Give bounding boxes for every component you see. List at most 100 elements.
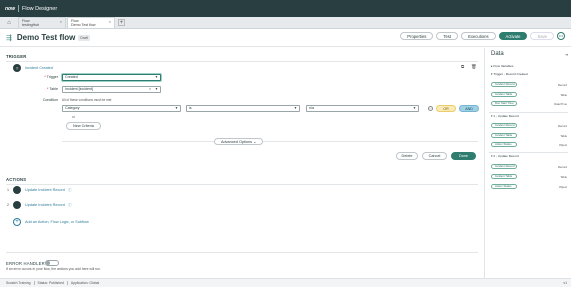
action-name[interactable]: Update Incident Record — [25, 188, 65, 192]
trigger-select-value: Created — [65, 75, 78, 79]
tab-testinghub[interactable]: Flow testingHub × — [18, 17, 66, 28]
data-pill[interactable]: Incident Table — [491, 133, 517, 138]
data-group-header[interactable]: ▾ 1 - Update Record — [491, 114, 519, 118]
new-criteria-button[interactable]: New Criteria — [66, 122, 101, 130]
error-handler-toggle[interactable] — [45, 260, 59, 266]
chevron-down-icon: ▼ — [412, 106, 416, 110]
properties-button[interactable]: Properties — [400, 32, 434, 40]
data-panel: Data ⇥ ▸ Flow Variables ▾ Trigger - Reco… — [484, 48, 571, 278]
test-button[interactable]: Test — [436, 32, 459, 40]
condition-field-value: Category — [65, 106, 80, 110]
data-pill-type: Table — [560, 134, 567, 138]
data-pill[interactable]: Incident Table — [491, 92, 517, 97]
flow-header: ⇶ Demo Test flow Draft Properties Test E… — [0, 29, 571, 47]
done-button[interactable]: Done — [451, 152, 476, 160]
application-label: Application: Global — [70, 281, 100, 285]
version-label: v1 — [563, 281, 567, 285]
info-icon[interactable]: ⓘ — [68, 188, 72, 193]
data-pill[interactable]: Action Status — [491, 142, 517, 147]
page-title: Demo Test flow — [16, 33, 76, 42]
divider — [489, 112, 568, 113]
save-button[interactable]: Save — [530, 32, 554, 40]
data-pill[interactable]: Incident Record — [491, 123, 517, 128]
clear-icon[interactable]: × — [149, 87, 151, 92]
data-pill-type: Record — [557, 83, 567, 87]
table-field-label: *Table — [47, 87, 58, 91]
app-title: Flow Designer — [22, 5, 58, 12]
data-pill-type: Date/Time — [554, 102, 567, 106]
close-icon[interactable]: × — [60, 20, 62, 24]
close-icon[interactable]: × — [109, 20, 111, 24]
condition-operator-value: is — [189, 106, 192, 110]
chevron-down-icon: ▼ — [154, 87, 158, 91]
data-pill[interactable]: Incident Record — [491, 82, 517, 87]
table-select[interactable]: Incident [incident] × ▼ — [62, 86, 161, 93]
advanced-options-label: Advanced Options — [221, 140, 253, 144]
add-action-link[interactable]: Add an Action, Flow Logic, or Subflow — [25, 220, 89, 224]
trigger-field-label: *Trigger — [44, 75, 58, 79]
condition-field-select[interactable]: Category ▼ — [62, 105, 181, 112]
add-icon[interactable]: + — [13, 218, 21, 226]
action-name[interactable]: Update Incident Record — [25, 203, 65, 207]
delete-icon[interactable]: 🗑 — [471, 64, 477, 70]
or-button[interactable]: OR — [436, 105, 456, 112]
status-badge: Draft — [78, 34, 90, 41]
chevron-down-icon: ▼ — [293, 106, 297, 110]
action-number: 1 — [7, 188, 9, 192]
copy-icon[interactable]: ⧉ — [461, 64, 464, 69]
data-group-header[interactable]: ▸ Flow Variables — [491, 64, 513, 68]
table-select-value: Incident [incident] — [65, 87, 93, 91]
or-separator: or — [72, 115, 75, 119]
tab-label: Demo Test flow — [71, 23, 96, 27]
data-pill-type: Object — [558, 143, 567, 147]
data-pill[interactable]: Incident Table — [491, 174, 517, 179]
condition-field-label: Condition — [42, 98, 58, 102]
chevron-down-icon: ▼ — [174, 106, 178, 110]
tab-demo-test-flow[interactable]: Flow Demo Test flow × — [67, 17, 115, 28]
condition-value-value: n/a — [309, 106, 314, 110]
flow-status-label: Status: Published — [37, 281, 64, 285]
servicenow-logo[interactable]: now — [5, 6, 15, 12]
chevron-down-icon: ▼ — [154, 75, 158, 79]
home-icon[interactable]: ⌂ — [4, 18, 14, 28]
update-set-label: Scratch Training — [6, 281, 31, 285]
executions-button[interactable]: Executions — [461, 32, 496, 40]
toggle-knob — [46, 261, 50, 265]
data-pill[interactable]: Action Status — [491, 184, 517, 189]
data-pill[interactable]: Incident Record — [491, 164, 517, 169]
trigger-icon: ◷ — [13, 64, 21, 72]
divider — [6, 252, 478, 253]
action-number: 2 — [7, 203, 9, 207]
advanced-options-button[interactable]: Advanced Options ⌄ — [214, 138, 264, 145]
flow-editor: TRIGGER ◷ Incident Created ⧉ 🗑 *Trigger … — [0, 48, 484, 278]
action-icon — [13, 201, 21, 209]
data-pill-type: Record — [557, 165, 567, 169]
data-pill-type: Record — [557, 124, 567, 128]
trigger-section-title: TRIGGER — [6, 54, 27, 59]
trigger-name[interactable]: Incident Created — [25, 66, 53, 70]
and-button[interactable]: AND — [459, 105, 479, 112]
trigger-select[interactable]: Created ▼ — [62, 74, 161, 81]
add-tab-icon[interactable]: + — [118, 19, 125, 26]
condition-value-select[interactable]: n/a ▼ — [306, 105, 419, 112]
more-options-icon[interactable]: ••• — [557, 32, 565, 40]
action-icon — [13, 186, 21, 194]
data-group-header[interactable]: ▾ 2 - Update Record — [491, 154, 519, 158]
divider — [6, 61, 478, 62]
status-bar: Scratch Training Status: Published Appli… — [0, 278, 571, 287]
top-navigation-bar: now Flow Designer — [0, 0, 571, 17]
tab-label: testingHub — [22, 23, 40, 27]
activate-button[interactable]: Activate — [498, 32, 528, 40]
condition-operator-select[interactable]: is ▼ — [186, 105, 300, 112]
data-pill[interactable]: Run Start Time — [491, 101, 517, 106]
data-group-header[interactable]: ▾ Trigger - Record Created — [491, 72, 528, 76]
info-icon[interactable]: ⓘ — [68, 203, 72, 208]
remove-condition-icon[interactable]: − — [428, 106, 433, 111]
delete-button[interactable]: Delete — [396, 152, 418, 160]
flow-icon: ⇶ — [6, 34, 12, 42]
data-pill-type: Object — [558, 185, 567, 189]
cancel-button[interactable]: Cancel — [422, 152, 447, 160]
data-pill-type: Table — [560, 175, 567, 179]
collapse-panel-icon[interactable]: ⇥ — [565, 52, 568, 57]
divider — [18, 5, 19, 12]
